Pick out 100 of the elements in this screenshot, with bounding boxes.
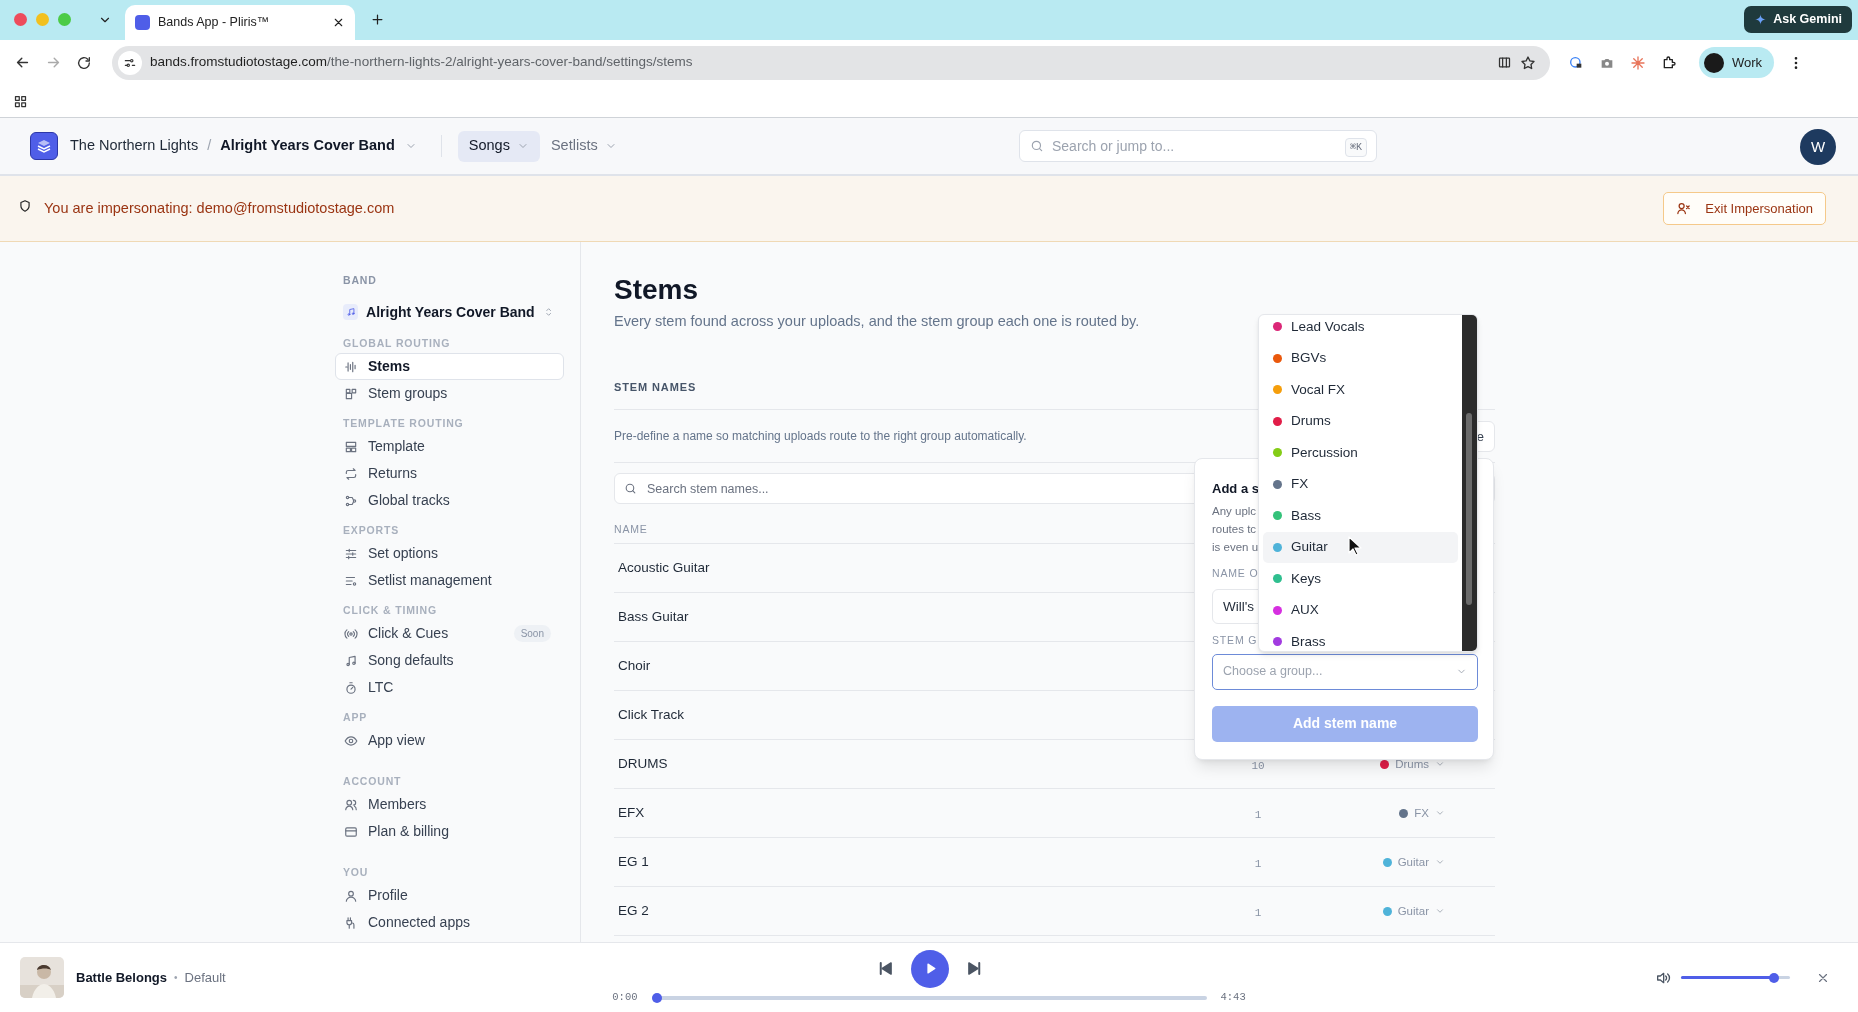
user-icon — [344, 888, 358, 903]
page-title: Stems — [614, 273, 700, 307]
duration-time: 4:43 — [1220, 989, 1246, 1005]
plug-icon — [344, 915, 358, 930]
progress-thumb[interactable] — [651, 992, 662, 1003]
group-option[interactable]: Lead Vocals — [1263, 315, 1458, 343]
eye-icon — [344, 733, 358, 748]
org-link[interactable]: The Northern Lights — [70, 135, 199, 157]
stem-name: EG 1 — [618, 854, 649, 870]
address-bar[interactable]: bands.fromstudiotostage.com/the-northern-lights-2/alright-years-cover-band/settings/stems — [112, 45, 1550, 80]
sidebar-item[interactable]: Set options — [335, 540, 564, 567]
field-label: NAME O — [1212, 566, 1259, 581]
stem-name: EFX — [618, 805, 645, 821]
impersonation-message: You are impersonating: demo@fromstudiotostage.com — [44, 198, 396, 218]
lock-circle-icon[interactable] — [1568, 54, 1584, 71]
search-icon — [1030, 139, 1044, 153]
group-option[interactable]: Drums — [1263, 405, 1458, 437]
broadcast-icon — [344, 626, 358, 641]
stem-name: Choir — [618, 658, 651, 674]
sidebar-item[interactable]: Global tracks — [335, 487, 564, 514]
group-option[interactable]: Percussion — [1263, 437, 1458, 469]
group-option[interactable]: BGVs — [1263, 342, 1458, 374]
band-link[interactable]: Alright Years Cover Band — [220, 135, 395, 157]
music-note-icon — [345, 307, 356, 317]
new-tab-icon[interactable] — [370, 12, 385, 27]
separator-dot: • — [174, 971, 178, 985]
profile-button[interactable]: Work — [1699, 47, 1775, 78]
popover-description: routes tc — [1212, 522, 1257, 537]
app-logo-icon[interactable] — [30, 132, 58, 160]
section-label: EXPORTS — [342, 523, 401, 539]
sliders-icon — [344, 546, 358, 561]
reload-icon[interactable] — [76, 54, 92, 71]
search-icon — [624, 482, 637, 496]
ask-gemini-button[interactable]: Ask Gemini — [1744, 6, 1852, 33]
stem-name: EG 2 — [618, 903, 649, 919]
page-subtitle: Every stem found across your uploads, and the stem group each one is routed by. — [614, 312, 1140, 331]
group-option[interactable]: Brass — [1263, 626, 1458, 651]
stem-name: Acoustic Guitar — [618, 560, 710, 576]
sidebar-item[interactable]: Stem groups — [335, 380, 564, 407]
users-icon — [344, 797, 358, 812]
upload-count: 10 — [1251, 760, 1265, 773]
mouse-cursor-icon — [1348, 536, 1362, 556]
sidebar-item[interactable]: Stems — [335, 353, 564, 380]
sidebar-item[interactable]: Connected apps — [335, 909, 564, 936]
soon-badge: Soon — [513, 625, 551, 642]
nav-tab[interactable]: Songs — [457, 130, 540, 162]
upload-count: 1 — [1254, 907, 1262, 920]
stopwatch-icon — [344, 680, 358, 695]
section-description: Pre-define a name so matching uploads route to the right group automatically. — [614, 428, 1027, 446]
sidebar-item[interactable]: App view — [335, 727, 564, 754]
popover-description: is even u — [1212, 540, 1259, 555]
stem-name: DRUMS — [618, 756, 668, 772]
grid-icon — [344, 386, 358, 401]
star-icon[interactable] — [1520, 54, 1536, 71]
apps-grid-icon[interactable] — [13, 93, 28, 109]
elapsed-time: 0:00 — [612, 989, 638, 1005]
group-option[interactable]: AUX — [1263, 594, 1458, 626]
sidebar-item[interactable]: Template — [335, 433, 564, 460]
volume-thumb[interactable] — [1768, 972, 1779, 983]
credit-card-icon — [344, 824, 358, 839]
user-avatar[interactable]: W — [1800, 129, 1836, 165]
group-option[interactable]: Guitar — [1263, 531, 1458, 563]
sidebar-item[interactable]: LTC — [335, 674, 564, 701]
progress-slider[interactable] — [651, 992, 1207, 1003]
sidebar-item[interactable]: Plan & billing — [335, 818, 564, 845]
music-note-icon — [344, 653, 358, 668]
sparkle-icon — [1754, 13, 1768, 26]
nodes-icon — [344, 493, 358, 508]
section-label: BAND — [342, 273, 378, 288]
repeat-icon — [344, 466, 358, 481]
piano-keys-icon[interactable] — [1497, 55, 1512, 70]
starburst-icon[interactable] — [1630, 54, 1646, 71]
sidebar-item[interactable]: Song defaults — [335, 647, 564, 674]
breadcrumb-separator: / — [207, 136, 212, 156]
field-label: STEM G — [1212, 632, 1258, 648]
upload-count: 1 — [1254, 809, 1262, 822]
browser-tab[interactable]: Bands App - Pliris™ — [125, 5, 355, 40]
sidebar-item[interactable]: Members — [335, 791, 564, 818]
waveform-icon — [344, 359, 358, 374]
puzzle-icon[interactable] — [1661, 54, 1677, 71]
url-host: bands.fromstudiotostage.com — [150, 53, 328, 72]
group-option[interactable]: Keys — [1263, 563, 1458, 595]
nav-tab[interactable]: Setlists — [539, 130, 628, 162]
play-button[interactable] — [911, 949, 949, 988]
section-label: YOU — [342, 865, 370, 881]
band-selector[interactable]: Alright Years Cover Band — [335, 297, 564, 327]
sidebar-item[interactable]: Setlist management — [335, 567, 564, 594]
exit-impersonation-button[interactable]: Exit Impersonation — [1663, 192, 1826, 225]
section-label: CLICK & TIMING — [342, 603, 438, 619]
tab-title: Bands App - Pliris™ — [158, 14, 271, 32]
scrollbar[interactable] — [1462, 315, 1477, 651]
section-label: ACCOUNT — [342, 774, 403, 790]
track-title: Battle Belongs — [76, 968, 167, 987]
group-option[interactable]: Vocal FX — [1263, 374, 1458, 406]
close-icon[interactable] — [332, 16, 345, 29]
sidebar-item[interactable]: Click & Cues Soon — [335, 620, 564, 647]
section-label: GLOBAL ROUTING — [342, 336, 452, 352]
sidebar-item[interactable]: Profile — [335, 882, 564, 909]
sidebar-item[interactable]: Returns — [335, 460, 564, 487]
user-x-icon — [1676, 201, 1692, 216]
